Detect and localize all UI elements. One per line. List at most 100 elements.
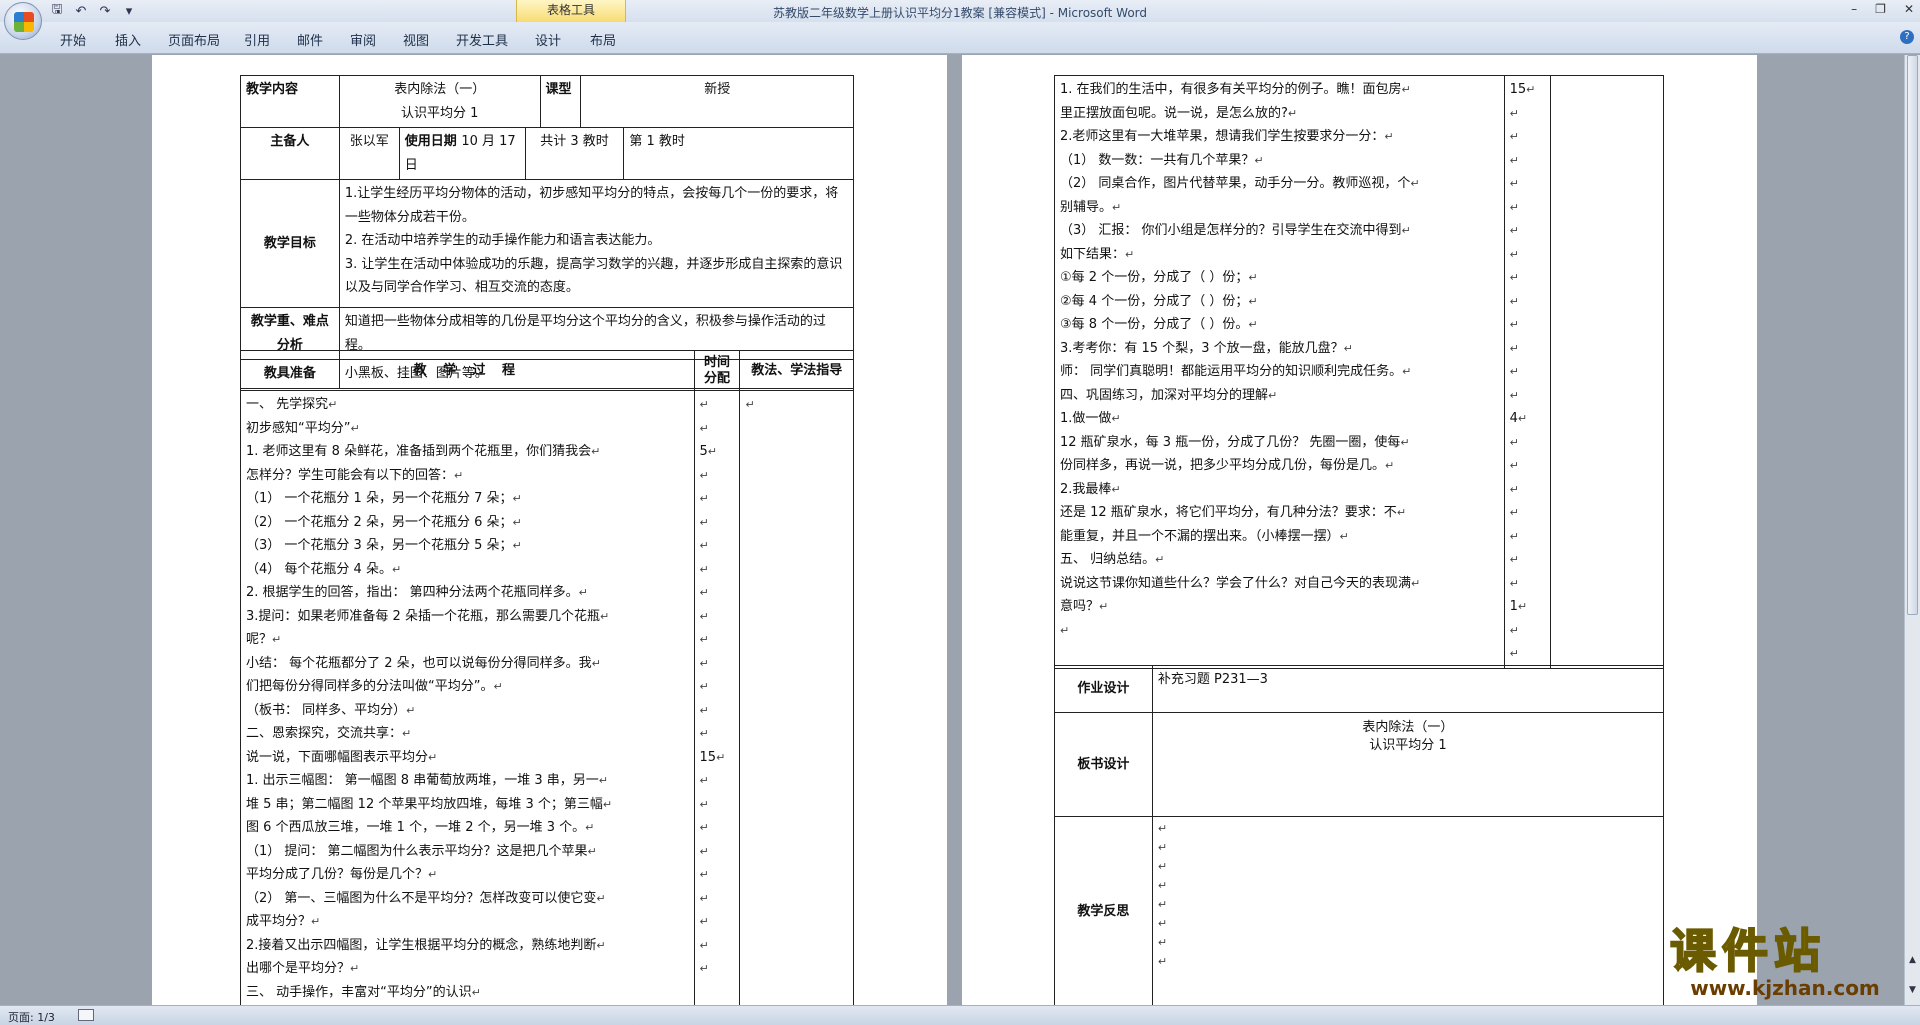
- time-value: ↵: [1510, 102, 1545, 126]
- time-value: 4↵: [1509, 411, 1528, 426]
- process-line: ③每 8 个一份，分成了（ ）份。↵: [1060, 317, 1258, 332]
- time-column[interactable]: 15↵ ↵ ↵ ↵ ↵ ↵ ↵ ↵ ↵ ↵ ↵ ↵ ↵ ↵ 4↵ ↵ ↵ ↵ ↵ ↵ ↵ ↵ 1↵ ↵ ↵: [1503, 75, 1551, 669]
- time-value: ↵: [1510, 172, 1545, 196]
- paragraph-mark: ↵: [1509, 506, 1519, 519]
- time-value: ↵: [700, 605, 735, 629]
- paragraph-mark: ↵: [599, 609, 610, 623]
- office-button[interactable]: [4, 2, 42, 40]
- scroll-prev-page-icon[interactable]: ▲: [1907, 955, 1918, 965]
- watermark-logo: 课件站 www.kjzhan.com: [1669, 924, 1900, 1003]
- teaching-goals[interactable]: 1.让学生经历平均分物体的活动，初步感知平均分的特点，会按每几个一份的要求，将一…: [338, 179, 855, 308]
- time-value: ↵: [1510, 619, 1545, 643]
- header-teaching-process: 教 学 过 程: [240, 350, 695, 391]
- tab-view[interactable]: 视图: [403, 30, 429, 49]
- process-line: 2.我最棒↵: [1060, 481, 1121, 497]
- method-column[interactable]: ↵: [739, 390, 854, 1005]
- paragraph-mark: ↵: [1509, 106, 1519, 120]
- process-lines: 1. 在我们的生活中，有很多有关平均分的例子。瞧！面包房↵ 里正摆放面包呢。说一说…: [1060, 78, 1499, 642]
- paragraph-mark: ↵: [1402, 365, 1412, 378]
- tab-developer[interactable]: 开发工具: [456, 30, 508, 49]
- vertical-scrollbar[interactable]: ▲ ▼: [1904, 55, 1920, 1005]
- time-value: ↵: [700, 793, 735, 817]
- paragraph-mark: ↵: [1157, 841, 1168, 854]
- paragraph-mark: ↵: [402, 727, 412, 740]
- process-body[interactable]: 一、 先学探究↵ 初步感知“平均分”↵ 1. 老师这里有 8 朵鲜花，准备插到两个花…: [240, 390, 695, 1005]
- teaching-topic[interactable]: 表内除法（一） 认识平均分 1: [338, 75, 541, 128]
- paragraph-mark: ↵: [1111, 412, 1121, 425]
- paragraph-mark: ↵: [1343, 341, 1353, 355]
- paragraph-mark: ↵: [591, 445, 601, 458]
- process-line: 别辅导。↵: [1060, 199, 1122, 215]
- office-logo-icon: [14, 12, 34, 32]
- time-value: ↵: [700, 722, 735, 746]
- paragraph-mark: ↵: [699, 938, 709, 952]
- time-value: ↵: [700, 887, 735, 911]
- process-line: 12 瓶矿泉水，每 3 瓶一份，分成了几份？ 先圈一圈，使每↵: [1060, 434, 1410, 450]
- watermark-title: 课件站: [1669, 924, 1826, 978]
- tab-design[interactable]: 设计: [535, 30, 561, 49]
- paragraph-mark: ↵: [591, 656, 601, 670]
- paragraph-mark: ↵: [585, 821, 595, 834]
- time-value: ↵: [700, 957, 735, 981]
- paragraph-mark: ↵: [699, 468, 709, 482]
- homework-text[interactable]: 补充习题 P231—3: [1151, 665, 1665, 713]
- paragraph-mark: ↵: [350, 421, 360, 435]
- paragraph-mark: ↵: [1157, 955, 1168, 968]
- watermark-url: www.kjzhan.com: [1690, 976, 1880, 1000]
- paragraph-mark: ↵: [1384, 130, 1394, 143]
- time-value: ↵: [1510, 548, 1545, 572]
- tab-references[interactable]: 引用: [244, 30, 270, 49]
- time-value: ↵: [1510, 478, 1545, 502]
- paragraph-mark: ↵: [1509, 365, 1519, 378]
- paragraph-mark: ↵: [391, 562, 402, 576]
- time-value: ↵: [700, 816, 735, 840]
- paragraph-mark: ↵: [699, 774, 709, 787]
- process-line: 成平均分？↵: [246, 914, 321, 929]
- paragraph-mark: ↵: [1509, 341, 1519, 355]
- process-line: 1. 老师这里有 8 朵鲜花，准备插到两个花瓶里，你们猜我会↵: [246, 444, 601, 459]
- paragraph-mark: ↵: [428, 750, 438, 764]
- tab-home[interactable]: 开始: [60, 30, 86, 49]
- teaching-reflection[interactable]: ↵ ↵ ↵ ↵ ↵ ↵ ↵ ↵: [1151, 816, 1665, 1005]
- process-body-continued[interactable]: 1. 在我们的生活中，有很多有关平均分的例子。瞧！面包房↵ 里正摆放面包呢。说一说…: [1054, 75, 1505, 669]
- paragraph-mark: ↵: [699, 633, 709, 646]
- label-homework-design: 作业设计: [1054, 665, 1153, 713]
- paragraph-mark: ↵: [1099, 600, 1109, 613]
- teaching-process-continued-table: 1. 在我们的生活中，有很多有关平均分的例子。瞧！面包房↵ 里正摆放面包呢。说一说…: [1054, 75, 1665, 669]
- tab-review[interactable]: 审阅: [350, 30, 376, 49]
- paragraph-mark: ↵: [406, 703, 416, 717]
- topic-line-2: 认识平均分 1: [400, 105, 479, 121]
- tab-insert[interactable]: 插入: [115, 30, 141, 49]
- process-line: 五、 归纳总结。↵: [1060, 552, 1165, 567]
- process-line: 意吗？↵: [1060, 599, 1109, 614]
- process-line: 图 6 个西瓜放三堆，一堆 1 个，一堆 2 个，另一堆 3 个。↵: [246, 820, 595, 835]
- scrollbar-thumb[interactable]: [1907, 55, 1918, 615]
- time-value: ↵: [700, 581, 735, 605]
- lesson-type-value[interactable]: 新授: [580, 75, 854, 128]
- scroll-next-page-icon[interactable]: ▼: [1907, 985, 1918, 995]
- close-icon[interactable]: ✕: [1904, 2, 1914, 16]
- minimize-icon[interactable]: –: [1851, 2, 1857, 16]
- restore-icon[interactable]: ❐: [1875, 2, 1886, 16]
- page-indicator[interactable]: 页面: 1/3: [8, 1009, 55, 1025]
- tab-page-layout[interactable]: 页面布局: [168, 30, 220, 49]
- time-value: ↵: [700, 558, 735, 582]
- total-periods[interactable]: 共计 3 教时: [524, 127, 625, 180]
- paragraph-mark: ↵: [1411, 576, 1421, 590]
- tab-layout[interactable]: 布局: [590, 30, 616, 49]
- process-line: 平均分成了几份？每份是几个？↵: [246, 867, 438, 882]
- time-column[interactable]: ↵ ↵ 5↵ ↵ ↵ ↵ ↵ ↵ ↵ ↵ ↵ ↵ ↵ ↵ ↵ 15↵ ↵ ↵ ↵ ↵ ↵ ↵ ↵ ↵ ↵: [693, 390, 741, 1005]
- tab-mailings[interactable]: 邮件: [297, 30, 323, 49]
- paragraph-mark: ↵: [1509, 177, 1519, 190]
- time-value: ↵: [1510, 360, 1545, 384]
- preparer-value[interactable]: 张以军: [338, 127, 400, 180]
- paragraph-mark: ↵: [1517, 412, 1528, 425]
- method-column[interactable]: [1549, 75, 1665, 669]
- process-line: 还是 12 瓶矿泉水，将它们平均分，有几种分法？要求：不↵: [1060, 505, 1407, 520]
- goal-item: 2. 在活动中培养学生的动手操作能力和语言表达能力。: [344, 233, 661, 248]
- paragraph-mark: ↵: [1509, 153, 1519, 167]
- board-design[interactable]: 表内除法（一） 认识平均分 1: [1151, 712, 1665, 817]
- proofing-icon[interactable]: [78, 1009, 94, 1021]
- help-icon[interactable]: ?: [1900, 30, 1914, 44]
- period-number[interactable]: 第 1 教时: [623, 127, 854, 180]
